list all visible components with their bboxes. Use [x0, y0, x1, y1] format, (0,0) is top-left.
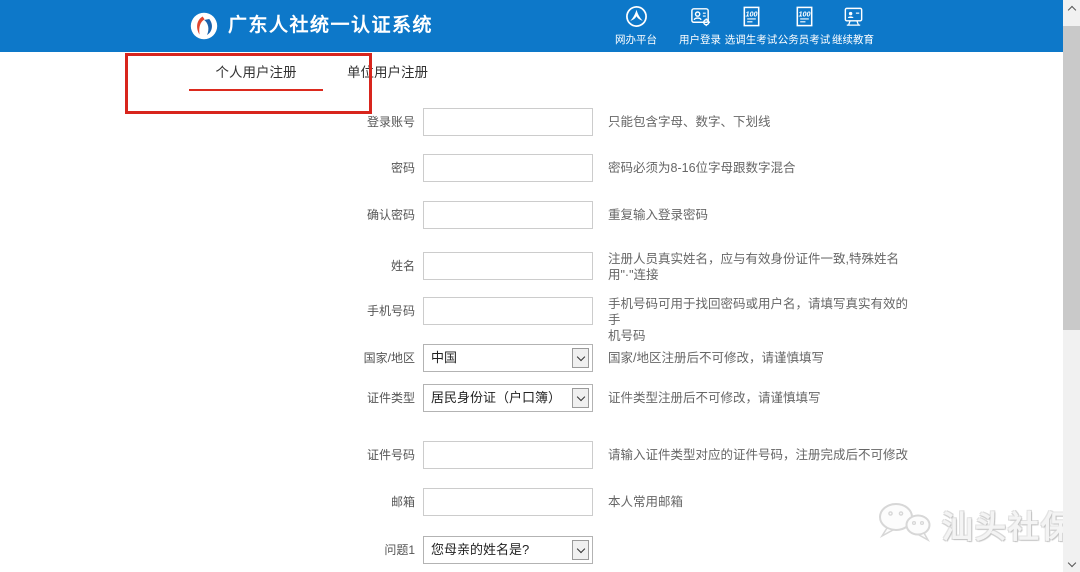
email-input[interactable] — [423, 488, 593, 516]
password-input[interactable] — [423, 154, 593, 182]
name-hint: 注册人员真实姓名，应与有效身份证件一致,特殊姓名 用"·"连接 — [608, 251, 918, 283]
app-header: 广东人社统一认证系统 网办平台 用户登 — [0, 0, 1080, 52]
id-type-label: 证件类型 — [0, 384, 415, 412]
mobile-input[interactable] — [423, 297, 593, 325]
page: 广东人社统一认证系统 网办平台 用户登 — [0, 0, 1080, 572]
chevron-down-icon — [572, 540, 589, 560]
password-hint: 密码必须为8-16位字母跟数字混合 — [608, 154, 918, 182]
security-question-select-value: 您母亲的姓名是? — [431, 537, 529, 563]
brand — [190, 12, 218, 40]
country-select[interactable]: 中国 — [423, 344, 593, 372]
question1-label: 问题1 — [0, 536, 415, 564]
id-type-hint: 证件类型注册后不可修改，请谨慎填写 — [608, 384, 918, 412]
id-number-label: 证件号码 — [0, 441, 415, 469]
chevron-down-icon — [1067, 558, 1075, 566]
chevron-up-icon — [1067, 5, 1075, 13]
id-number-hint: 请输入证件类型对应的证件号码，注册完成后不可修改 — [608, 441, 918, 469]
education-icon — [842, 5, 865, 28]
security-question-select[interactable]: 您母亲的姓名是? — [423, 536, 593, 564]
exam-100-icon: 100 — [793, 5, 816, 28]
svg-text:100: 100 — [745, 11, 757, 19]
confirm-password-hint: 重复输入登录密码 — [608, 201, 918, 229]
form-row: 手机号码 手机号码可用于找回密码或用户名，请填写真实有效的手 机号码 — [0, 297, 1060, 325]
mobile-label: 手机号码 — [0, 297, 415, 325]
portal-icon — [625, 5, 648, 28]
nav-label: 公务员考试 — [778, 32, 831, 47]
scrollbar-thumb[interactable] — [1063, 26, 1080, 330]
user-login-icon — [689, 5, 712, 28]
page-title: 广东人社统一认证系统 — [228, 0, 433, 52]
nav-item-portal[interactable]: 网办平台 — [613, 5, 659, 49]
form-row: 登录账号 只能包含字母、数字、下划线 — [0, 108, 1060, 136]
nav-label: 继续教育 — [832, 32, 874, 47]
email-hint: 本人常用邮箱 — [608, 488, 918, 516]
country-select-value: 中国 — [431, 345, 457, 371]
svg-text:100: 100 — [798, 11, 810, 19]
email-label: 邮箱 — [0, 488, 415, 516]
chevron-down-icon — [572, 348, 589, 368]
name-label: 姓名 — [0, 252, 415, 280]
form-row: 姓名 注册人员真实姓名，应与有效身份证件一致,特殊姓名 用"·"连接 — [0, 252, 1060, 280]
form-row: 密码 密码必须为8-16位字母跟数字混合 — [0, 154, 1060, 182]
nav-item-civil-servant-exam[interactable]: 100 公务员考试 — [776, 5, 832, 49]
exam-100-icon: 100 — [740, 5, 763, 28]
name-input[interactable] — [423, 252, 593, 280]
scrollbar-down-button[interactable] — [1063, 556, 1080, 572]
mobile-hint: 手机号码可用于找回密码或用户名，请填写真实有效的手 机号码 — [608, 296, 918, 344]
form-row: 证件号码 请输入证件类型对应的证件号码，注册完成后不可修改 — [0, 441, 1060, 469]
scrollbar-up-button[interactable] — [1063, 0, 1080, 16]
wechat-icon — [874, 497, 936, 552]
nav-label: 网办平台 — [615, 32, 657, 47]
form-row: 国家/地区 中国 国家/地区注册后不可修改，请谨慎填写 — [0, 344, 1060, 372]
login-account-hint: 只能包含字母、数字、下划线 — [608, 108, 918, 136]
app-logo-icon — [190, 12, 218, 40]
confirm-password-label: 确认密码 — [0, 201, 415, 229]
login-account-label: 登录账号 — [0, 108, 415, 136]
nav-label: 选调生考试 — [725, 32, 778, 47]
nav-label: 用户登录 — [679, 32, 721, 47]
country-hint: 国家/地区注册后不可修改，请谨慎填写 — [608, 344, 918, 372]
watermark-text: 汕头社保 — [942, 502, 1074, 547]
form-row: 确认密码 重复输入登录密码 — [0, 201, 1060, 229]
nav-item-continuing-education[interactable]: 继续教育 — [830, 5, 876, 49]
id-type-select-value: 居民身份证（户口簿） — [431, 385, 561, 411]
tab-personal-register[interactable]: 个人用户注册 — [189, 64, 323, 91]
chevron-down-icon — [572, 388, 589, 408]
password-label: 密码 — [0, 154, 415, 182]
confirm-password-input[interactable] — [423, 201, 593, 229]
id-type-select[interactable]: 居民身份证（户口簿） — [423, 384, 593, 412]
tab-company-register[interactable]: 单位用户注册 — [347, 64, 425, 91]
scrollbar[interactable] — [1063, 0, 1080, 572]
id-number-input[interactable] — [423, 441, 593, 469]
nav-item-xuandiao-exam[interactable]: 100 选调生考试 — [723, 5, 779, 49]
form-row: 证件类型 居民身份证（户口簿） 证件类型注册后不可修改，请谨慎填写 — [0, 384, 1060, 412]
login-account-input[interactable] — [423, 108, 593, 136]
nav-item-user-login[interactable]: 用户登录 — [677, 5, 723, 49]
country-label: 国家/地区 — [0, 344, 415, 372]
watermark: 汕头社保 — [874, 497, 1074, 552]
